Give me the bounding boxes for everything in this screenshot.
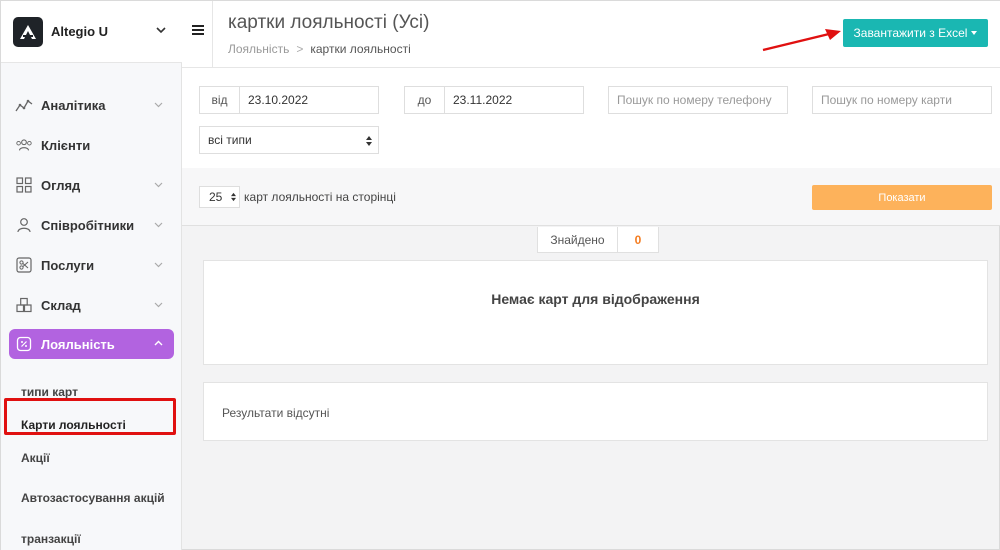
found-label: Знайдено bbox=[538, 227, 618, 252]
sidebar-item-label: Огляд bbox=[41, 177, 81, 193]
annotation-highlight-box bbox=[4, 398, 176, 435]
per-page-value: 25 bbox=[209, 190, 223, 204]
found-counter: Знайдено 0 bbox=[537, 227, 659, 253]
altegio-logo-icon bbox=[13, 16, 43, 47]
card-search-input[interactable]: Пошук по номеру карти bbox=[812, 86, 992, 114]
download-excel-label: Завантажити з Excel bbox=[853, 26, 968, 40]
chevron-down-icon bbox=[154, 302, 163, 308]
sidebar-item-warehouse[interactable]: Склад bbox=[1, 285, 182, 325]
sidebar-item-label: Клієнти bbox=[41, 137, 91, 153]
date-to-field[interactable]: до 23.11.2022 bbox=[404, 86, 584, 114]
chevron-down-icon bbox=[156, 27, 166, 34]
results-panel: Результати відсутні bbox=[203, 382, 988, 441]
brand-name: Altegio U bbox=[51, 24, 109, 39]
sidebar-item-overview[interactable]: Огляд bbox=[1, 165, 182, 205]
overview-icon bbox=[15, 176, 33, 194]
sidebar-item-clients[interactable]: Клієнти bbox=[1, 125, 182, 165]
sidebar-item-label: Аналітика bbox=[41, 97, 106, 113]
subnav-item-transactions[interactable]: транзакції bbox=[1, 522, 182, 550]
sidebar-item-analytics[interactable]: Аналітика bbox=[1, 85, 182, 125]
warehouse-icon bbox=[15, 296, 33, 314]
app-frame: Altegio U Аналітика Клієнти Огляд Співро… bbox=[0, 0, 1000, 550]
services-icon bbox=[15, 256, 33, 274]
card-type-select[interactable]: всі типи bbox=[199, 126, 379, 154]
filters-panel: від 23.10.2022 до 23.11.2022 Пошук по но… bbox=[182, 68, 1000, 168]
card-type-select-value: всі типи bbox=[208, 133, 252, 147]
select-arrows-icon bbox=[231, 192, 236, 202]
breadcrumb-parent[interactable]: Лояльність bbox=[228, 42, 289, 56]
staff-icon bbox=[15, 216, 33, 234]
brand-switcher[interactable]: Altegio U bbox=[1, 1, 182, 63]
sidebar-item-staff[interactable]: Співробітники bbox=[1, 205, 182, 245]
breadcrumb: Лояльність > картки лояльності bbox=[228, 42, 411, 56]
sidebar-nav: Аналітика Клієнти Огляд Співробітники По… bbox=[1, 85, 182, 550]
analytics-icon bbox=[15, 96, 33, 114]
header-divider bbox=[212, 1, 213, 68]
sidebar-item-label: Лояльність bbox=[41, 336, 115, 352]
list-controls: 25 карт лояльності на сторінці Показати bbox=[182, 168, 1000, 226]
annotation-arrow-icon bbox=[762, 29, 841, 52]
select-arrows-icon bbox=[366, 136, 372, 146]
chevron-up-icon bbox=[154, 340, 163, 346]
sidebar-item-label: Склад bbox=[41, 297, 81, 313]
loyalty-icon bbox=[15, 335, 33, 353]
date-to-label: до bbox=[405, 87, 445, 113]
page-header: картки лояльності (Усі) Лояльність > кар… bbox=[182, 1, 1000, 68]
empty-cards-panel: Немає карт для відображення bbox=[203, 260, 988, 365]
breadcrumb-current: картки лояльності bbox=[310, 42, 411, 56]
chevron-down-icon bbox=[154, 182, 163, 188]
date-from-value[interactable]: 23.10.2022 bbox=[240, 87, 308, 113]
found-count: 0 bbox=[634, 232, 642, 247]
clients-icon bbox=[15, 136, 33, 154]
sidebar: Altegio U Аналітика Клієнти Огляд Співро… bbox=[1, 1, 182, 550]
breadcrumb-separator: > bbox=[296, 42, 304, 56]
date-from-label: від bbox=[200, 87, 240, 113]
show-button[interactable]: Показати bbox=[812, 185, 992, 210]
download-excel-button[interactable]: Завантажити з Excel bbox=[843, 19, 988, 47]
sidebar-item-services[interactable]: Послуги bbox=[1, 245, 182, 285]
hamburger-menu-icon[interactable] bbox=[192, 24, 204, 36]
subnav-item-auto-apply-promotions[interactable]: Автозастосування акцій bbox=[1, 474, 182, 522]
sidebar-item-loyalty[interactable]: Лояльність bbox=[9, 329, 174, 359]
caret-down-icon bbox=[971, 31, 978, 35]
date-from-field[interactable]: від 23.10.2022 bbox=[199, 86, 379, 114]
phone-search-input[interactable]: Пошук по номеру телефону bbox=[608, 86, 788, 114]
sidebar-item-label: Співробітники bbox=[41, 217, 135, 233]
date-to-value[interactable]: 23.11.2022 bbox=[445, 87, 512, 113]
chevron-down-icon bbox=[154, 222, 163, 228]
results-message: Результати відсутні bbox=[222, 406, 330, 420]
per-page-label: карт лояльності на сторінці bbox=[244, 190, 396, 204]
subnav-item-promotions[interactable]: Акції bbox=[1, 441, 182, 474]
per-page-select[interactable]: 25 bbox=[199, 186, 240, 208]
chevron-down-icon bbox=[154, 102, 163, 108]
empty-message: Немає карт для відображення bbox=[491, 291, 700, 307]
page-title: картки лояльності (Усі) bbox=[228, 12, 430, 33]
chevron-down-icon bbox=[154, 262, 163, 268]
sidebar-item-label: Послуги bbox=[41, 257, 95, 273]
